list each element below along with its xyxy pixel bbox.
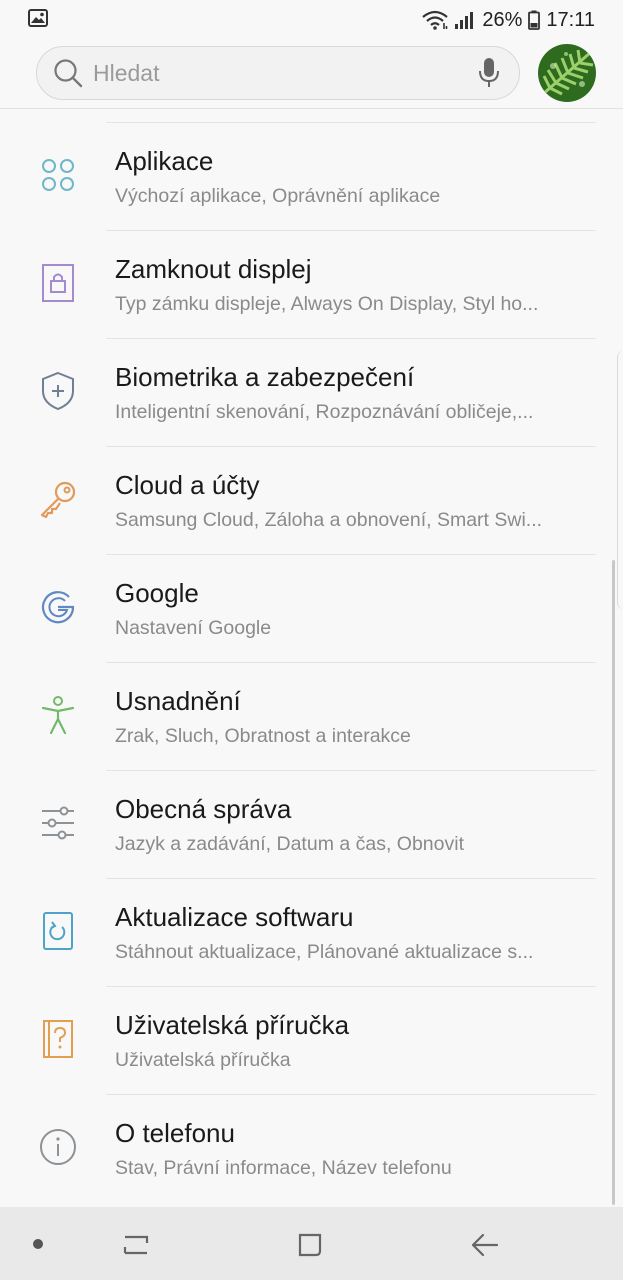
settings-item-cloud-accounts[interactable]: Cloud a účty Samsung Cloud, Záloha a obn… xyxy=(0,447,623,555)
settings-item-apps[interactable]: Aplikace Výchozí aplikace, Oprávnění apl… xyxy=(0,123,623,231)
settings-item-about-phone[interactable]: O telefonu Stav, Právní informace, Název… xyxy=(0,1095,623,1203)
status-bar: 26% 17:11 xyxy=(0,0,623,40)
navigation-bar xyxy=(0,1207,623,1280)
settings-item-title: Biometrika a zabezpečení xyxy=(115,362,415,392)
battery-percent: 26% xyxy=(482,8,523,31)
home-icon[interactable] xyxy=(290,1225,330,1265)
settings-item-subtitle: Jazyk a zadávání, Datum a čas, Obnovit xyxy=(115,833,465,855)
settings-header xyxy=(0,40,623,109)
nav-dot-icon[interactable] xyxy=(33,1239,43,1249)
settings-item-title: Aktualizace softwaru xyxy=(115,902,354,932)
settings-item-subtitle: Výchozí aplikace, Oprávnění aplikace xyxy=(115,185,441,207)
lock-screen-icon xyxy=(36,261,80,305)
clock: 17:11 xyxy=(546,8,595,31)
google-icon xyxy=(36,585,80,629)
settings-item-lock-screen[interactable]: Zamknout displej Typ zámku displeje, Alw… xyxy=(0,231,623,339)
settings-item-subtitle: Zrak, Sluch, Obratnost a interakce xyxy=(115,725,411,747)
settings-item-title: Cloud a účty xyxy=(115,470,260,500)
wifi-icon xyxy=(422,10,449,30)
gallery-notification-icon xyxy=(28,8,48,32)
signal-icon xyxy=(454,10,476,30)
settings-item-subtitle: Typ zámku displeje, Always On Display, S… xyxy=(115,293,539,315)
settings-item-user-manual[interactable]: Uživatelská příručka Uživatelská příručk… xyxy=(0,987,623,1095)
search-input[interactable] xyxy=(93,59,459,87)
avatar[interactable] xyxy=(538,44,596,102)
key-icon xyxy=(36,477,80,521)
settings-item-software-update[interactable]: Aktualizace softwaru Stáhnout aktualizac… xyxy=(0,879,623,987)
settings-item-title: O telefonu xyxy=(115,1118,235,1148)
settings-item-subtitle: Stav, Právní informace, Název telefonu xyxy=(115,1157,452,1179)
sliders-icon xyxy=(36,801,80,845)
settings-item-subtitle: Stáhnout aktualizace, Plánované aktualiz… xyxy=(115,941,534,963)
battery-icon xyxy=(528,10,541,30)
settings-item-title: Obecná správa xyxy=(115,794,292,824)
recent-apps-icon[interactable] xyxy=(116,1225,156,1265)
settings-item-title: Usnadnění xyxy=(115,686,241,716)
scrollbar[interactable] xyxy=(612,560,615,1205)
settings-item-title: Zamknout displej xyxy=(115,254,312,284)
user-manual-icon xyxy=(36,1017,80,1061)
edge-panel-handle[interactable] xyxy=(617,350,623,610)
settings-item-accessibility[interactable]: Usnadnění Zrak, Sluch, Obratnost a inter… xyxy=(0,663,623,771)
search-icon xyxy=(37,58,93,88)
software-update-icon xyxy=(36,909,80,953)
settings-item-subtitle: Inteligentní skenování, Rozpoznávání obl… xyxy=(115,401,534,423)
search-bar[interactable] xyxy=(36,46,520,100)
settings-item-subtitle: Samsung Cloud, Záloha a obnovení, Smart … xyxy=(115,509,543,531)
settings-item-subtitle: Nastavení Google xyxy=(115,617,272,639)
settings-item-google[interactable]: Google Nastavení Google xyxy=(0,555,623,663)
shield-icon xyxy=(36,369,80,413)
info-icon xyxy=(36,1125,80,1169)
settings-item-title: Google xyxy=(115,578,199,608)
settings-item-title: Aplikace xyxy=(115,146,214,176)
settings-item-general-management[interactable]: Obecná správa Jazyk a zadávání, Datum a … xyxy=(0,771,623,879)
apps-grid-icon xyxy=(36,153,80,197)
settings-item-title: Uživatelská příručka xyxy=(115,1010,350,1040)
accessibility-icon xyxy=(36,693,80,737)
microphone-icon[interactable] xyxy=(459,57,519,89)
back-icon[interactable] xyxy=(464,1225,504,1265)
settings-item-subtitle: Uživatelská příručka xyxy=(115,1049,291,1071)
settings-item-biometrics-security[interactable]: Biometrika a zabezpečení Inteligentní sk… xyxy=(0,339,623,447)
